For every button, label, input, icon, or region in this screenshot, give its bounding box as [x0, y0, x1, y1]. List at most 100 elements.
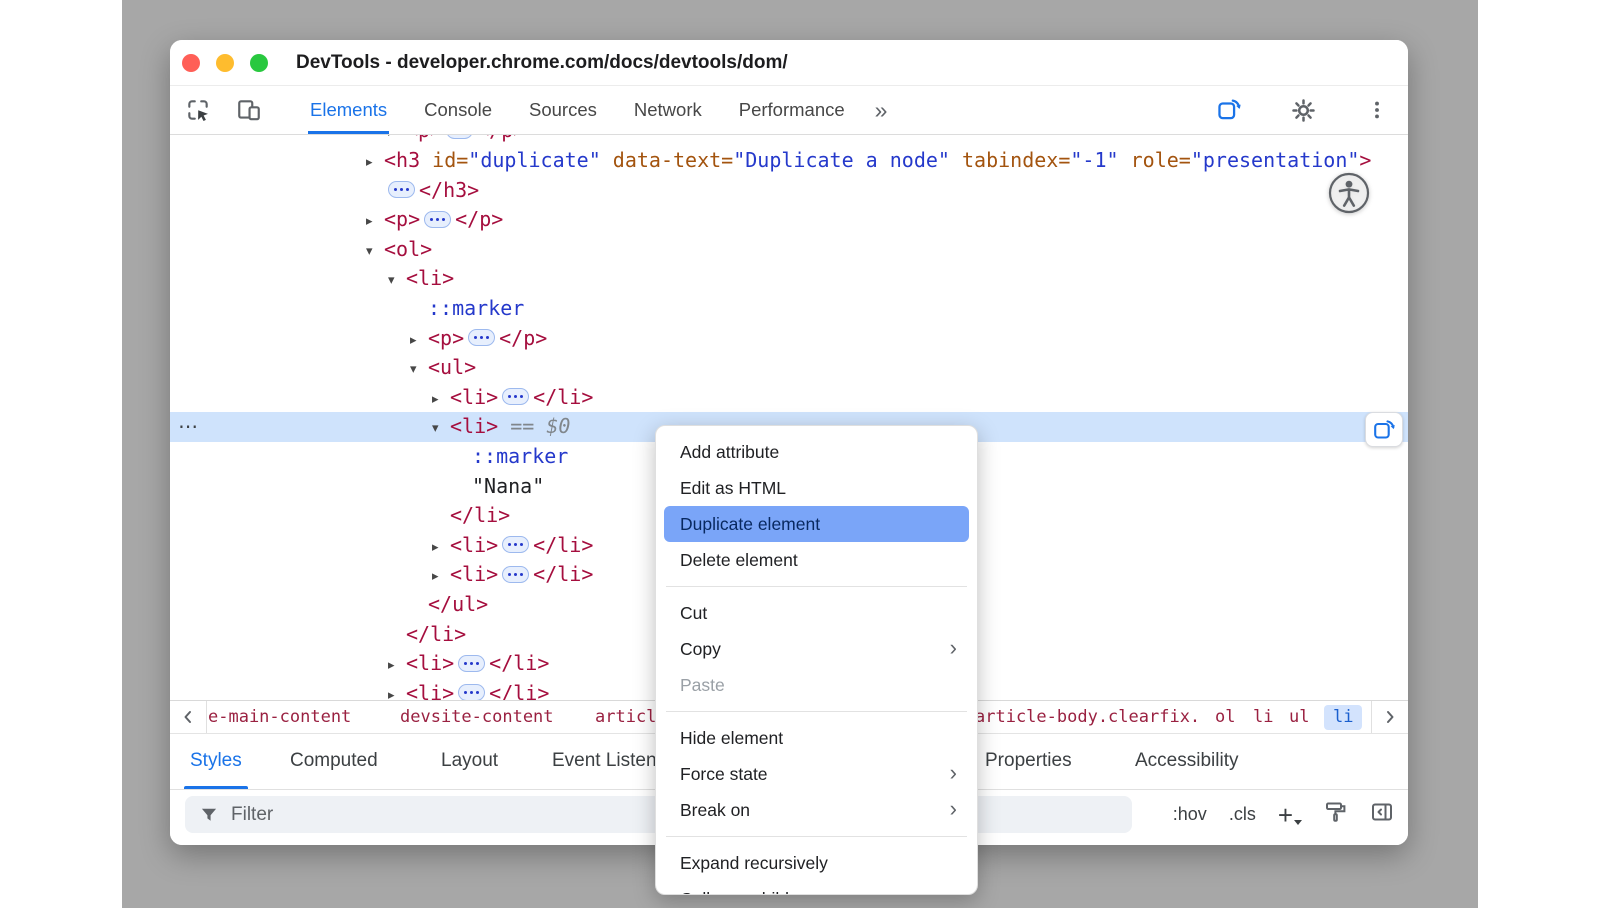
- token-tag: </h3>: [419, 178, 479, 202]
- close-window-button[interactable]: [182, 54, 200, 72]
- dom-tree-row[interactable]: ▾<li>: [170, 264, 1408, 294]
- expand-ellipsis-icon[interactable]: [468, 329, 495, 346]
- menu-item-duplicate-element[interactable]: Duplicate element: [664, 506, 969, 542]
- menu-item-copy[interactable]: Copy›: [656, 631, 977, 667]
- token-val: "-1": [1070, 148, 1118, 172]
- dom-tree-row[interactable]: ▸<h3 id="duplicate" data-text="Duplicate…: [170, 146, 1408, 176]
- token-tag: <h3: [384, 148, 432, 172]
- twisty-expanded-icon[interactable]: ▾: [432, 414, 450, 444]
- token-tag: </p>: [477, 135, 525, 142]
- menu-item-force-state[interactable]: Force state›: [656, 756, 977, 792]
- styles-tab-computed[interactable]: Computed: [290, 734, 378, 789]
- menu-item-collapse-children[interactable]: Collapse children: [656, 881, 977, 895]
- device-toolbar-icon[interactable]: [236, 97, 262, 123]
- twisty-collapsed-icon[interactable]: ▸: [410, 326, 428, 356]
- menu-item-paste[interactable]: Paste: [656, 667, 977, 703]
- tab-sources[interactable]: Sources: [529, 86, 597, 134]
- dom-tree-row[interactable]: ▾<ol>: [170, 235, 1408, 265]
- inspect-element-icon[interactable]: [185, 97, 211, 123]
- menu-item-break-on[interactable]: Break on›: [656, 792, 977, 828]
- tab-performance[interactable]: Performance: [739, 86, 845, 134]
- toggle-hover-state-button[interactable]: :hov: [1173, 804, 1207, 825]
- breadcrumb-item-devsite-content[interactable]: devsite-content: [400, 701, 554, 733]
- menu-item-edit-as-html[interactable]: Edit as HTML: [656, 470, 977, 506]
- token-tag: </li>: [533, 533, 593, 557]
- settings-gear-icon[interactable]: [1290, 97, 1316, 123]
- toolbar-right-controls: [1216, 97, 1390, 123]
- token-plain: [950, 148, 962, 172]
- zoom-window-button[interactable]: [250, 54, 268, 72]
- expand-ellipsis-icon[interactable]: [502, 566, 529, 583]
- row-overflow-icon[interactable]: ⋯: [178, 412, 198, 442]
- token-tag: </li>: [533, 562, 593, 586]
- twisty-expanded-icon[interactable]: ▾: [366, 237, 384, 267]
- twisty-collapsed-icon[interactable]: ▸: [366, 148, 384, 178]
- token-marker: ::marker: [428, 296, 524, 320]
- expand-ellipsis-icon[interactable]: [458, 655, 485, 672]
- twisty-expanded-icon[interactable]: ▾: [410, 355, 428, 385]
- kebab-menu-icon[interactable]: [1364, 97, 1390, 123]
- toggle-classes-button[interactable]: .cls: [1229, 804, 1256, 825]
- tab-elements[interactable]: Elements: [310, 86, 387, 134]
- twisty-expanded-icon[interactable]: ▾: [388, 266, 406, 296]
- menu-separator: [666, 586, 967, 587]
- accessibility-person-icon[interactable]: [1327, 171, 1371, 215]
- breadcrumb-item-li[interactable]: li: [1324, 705, 1362, 730]
- expand-ellipsis-icon[interactable]: [446, 135, 473, 139]
- expand-ellipsis-icon[interactable]: [388, 181, 415, 198]
- breadcrumb-item-article-body-clearfix[interactable]: article-body.clearfix.: [975, 701, 1200, 733]
- menu-item-hide-element[interactable]: Hide element: [656, 720, 977, 756]
- twisty-collapsed-icon[interactable]: ▸: [432, 533, 450, 563]
- tab-network[interactable]: Network: [634, 86, 702, 134]
- expand-ellipsis-icon[interactable]: [502, 388, 529, 405]
- twisty-collapsed-icon[interactable]: ▸: [366, 207, 384, 237]
- dom-tree-row[interactable]: ▸<p></p>: [170, 205, 1408, 235]
- context-menu-list: Add attributeEdit as HTMLDuplicate eleme…: [656, 434, 977, 895]
- tab-console[interactable]: Console: [424, 86, 492, 134]
- dom-tree-row[interactable]: ▸<p></p>: [170, 324, 1408, 354]
- breadcrumb-scroll-right-icon[interactable]: [1371, 701, 1408, 733]
- dock-panel-icon[interactable]: [1370, 800, 1394, 829]
- token-tag: <li>: [450, 533, 498, 557]
- breadcrumb-item-li[interactable]: li: [1253, 701, 1273, 733]
- token-plain: [601, 148, 613, 172]
- minimize-window-button[interactable]: [216, 54, 234, 72]
- dom-tree-row[interactable]: ▸<p></p>: [170, 135, 1408, 146]
- menu-item-cut[interactable]: Cut: [656, 595, 977, 631]
- more-tabs-icon[interactable]: »: [875, 97, 888, 124]
- new-style-rule-button[interactable]: +: [1278, 802, 1302, 828]
- styles-tab-properties[interactable]: Properties: [985, 734, 1072, 789]
- plus-icon: +: [1278, 802, 1293, 828]
- menu-item-add-attribute[interactable]: Add attribute: [656, 434, 977, 470]
- twisty-collapsed-icon[interactable]: ▸: [432, 562, 450, 592]
- paint-roller-icon[interactable]: [1324, 800, 1348, 829]
- breadcrumb-scroll-left-icon[interactable]: [170, 701, 207, 733]
- submenu-chevron-icon: ›: [950, 631, 957, 665]
- dom-tree-row[interactable]: ▸<li></li>: [170, 383, 1408, 413]
- expand-ellipsis-icon[interactable]: [424, 211, 451, 228]
- breadcrumb-item-ul[interactable]: ul: [1289, 701, 1309, 733]
- menu-item-expand-recursively[interactable]: Expand recursively: [656, 845, 977, 881]
- twisty-collapsed-icon[interactable]: ▸: [432, 385, 450, 415]
- token-val: "duplicate": [468, 148, 600, 172]
- dom-tree-row[interactable]: ▾<ul>: [170, 353, 1408, 383]
- dom-tree-row[interactable]: </h3>: [170, 176, 1408, 206]
- menu-item-delete-element[interactable]: Delete element: [656, 542, 977, 578]
- submenu-chevron-icon: ›: [950, 756, 957, 790]
- window-controls: [170, 54, 268, 72]
- breadcrumb-item-ol[interactable]: ol: [1215, 701, 1235, 733]
- selected-row-badge[interactable]: [1365, 412, 1403, 447]
- token-attr: role=: [1131, 148, 1191, 172]
- filter-funnel-icon: [199, 805, 219, 825]
- square-arrow-icon[interactable]: [1216, 97, 1242, 123]
- styles-tab-layout[interactable]: Layout: [441, 734, 498, 789]
- dom-tree-row[interactable]: ::marker: [170, 294, 1408, 324]
- breadcrumb-item-e-main-content[interactable]: e-main-content: [208, 701, 351, 733]
- expand-ellipsis-icon[interactable]: [502, 536, 529, 553]
- token-meta: == $0: [498, 414, 570, 438]
- expand-ellipsis-icon[interactable]: [458, 684, 485, 700]
- styles-tab-styles[interactable]: Styles: [190, 734, 242, 789]
- twisty-collapsed-icon[interactable]: ▸: [388, 681, 406, 700]
- twisty-collapsed-icon[interactable]: ▸: [388, 651, 406, 681]
- styles-tab-accessibility[interactable]: Accessibility: [1135, 734, 1238, 789]
